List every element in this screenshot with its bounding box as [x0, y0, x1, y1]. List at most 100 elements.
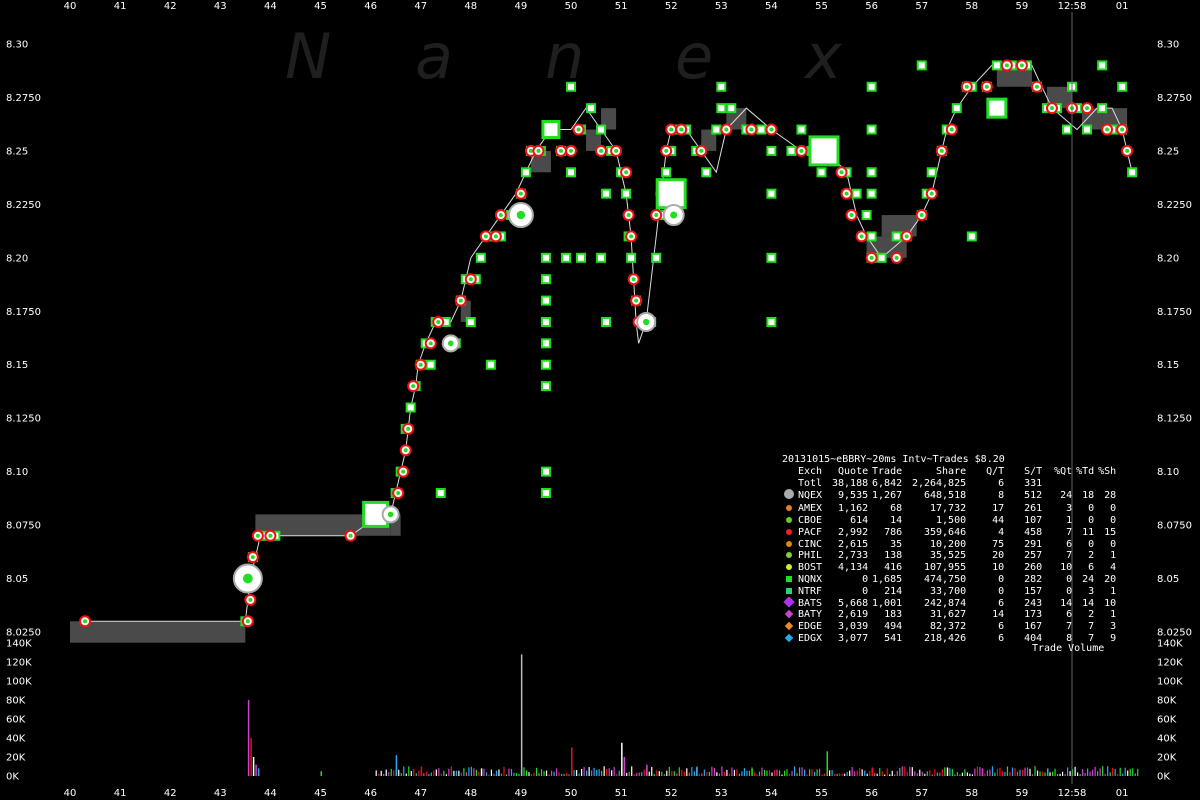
stats-cell-qt: 6 — [998, 632, 1005, 644]
volume-bar — [583, 766, 585, 776]
stats-row-bats: BATS 5,668 1,001 242,874 6 243 14 14 10 — [782, 595, 1116, 610]
trade-marker-core — [1120, 127, 1125, 132]
volume-bar — [721, 766, 723, 776]
quote-marker — [766, 252, 777, 263]
exchange-stats-table: 20131015~eBBRY~20ms Intv~Trades $8.20 Ex… — [782, 454, 1142, 645]
stats-cell-ps: 4 — [1110, 562, 1117, 574]
volume-bar — [986, 770, 989, 776]
volume-bar — [543, 771, 545, 776]
volume-bar — [871, 767, 874, 776]
quote-marker — [520, 167, 531, 178]
volume-bar — [773, 769, 776, 776]
volume-bar — [929, 770, 931, 776]
stats-cell-q: 3,039 — [838, 621, 869, 633]
exchange-marker — [782, 621, 796, 633]
volume-bar — [500, 773, 503, 776]
volume-bar — [247, 700, 250, 776]
stats-row-bost: BOST 4,134 416 107,955 10 260 10 6 4 — [782, 562, 1116, 574]
quote-marker — [876, 252, 887, 263]
y-tick-label: 8.1750 — [1157, 307, 1192, 318]
volume-bar — [490, 769, 493, 776]
stats-cell-st: 243 — [1024, 597, 1043, 609]
stats-cell-s: 82,372 — [930, 621, 967, 633]
volume-bar — [793, 766, 796, 776]
quote-marker — [756, 124, 767, 135]
x-tick-label: 54 — [765, 788, 778, 799]
quote-marker — [866, 81, 877, 92]
stats-cell-exch: NTRF — [798, 585, 823, 597]
watermark-letter: a — [415, 20, 453, 93]
volume-bar — [708, 771, 710, 776]
volume-bar — [548, 774, 550, 776]
quote-marker — [566, 167, 576, 178]
stats-cell-q: 38,188 — [832, 477, 869, 489]
volume-bar — [535, 767, 538, 776]
volume-bar — [1011, 767, 1014, 776]
nanex-watermark: Na n e x — [285, 20, 843, 93]
stats-cell-pt: 2 — [1088, 550, 1095, 562]
x-tick-label: 43 — [214, 1, 227, 12]
volume-bar — [753, 772, 756, 776]
exchange-marker — [782, 633, 796, 645]
volume-bar — [608, 768, 610, 776]
volume-bar — [914, 771, 916, 776]
stats-cell-s: 359,646 — [923, 526, 967, 538]
volume-bar — [1089, 771, 1091, 776]
x-tick-label: 41 — [114, 788, 127, 799]
volume-bar — [1041, 771, 1044, 776]
quote-marker — [566, 81, 576, 92]
quote-marker — [851, 188, 862, 199]
stats-row-amex: AMEX 1,162 68 17,732 17 261 3 0 0 — [782, 503, 1116, 515]
stats-row-cinc: CINC 2,615 35 10,200 75 291 6 0 0 — [782, 539, 1116, 551]
large-trade-core — [242, 573, 253, 584]
stats-cell-qt: 14 — [992, 609, 1005, 621]
volume-bar — [653, 773, 655, 776]
volume-bar — [390, 768, 392, 776]
volume-bar — [485, 772, 488, 776]
x-tick-label: 52 — [665, 1, 678, 12]
volume-bar — [581, 768, 583, 776]
volume-bar — [555, 768, 558, 776]
quote-marker — [701, 167, 712, 178]
stats-cell-pq: 6 — [1066, 609, 1073, 621]
quote-marker — [540, 466, 551, 477]
volume-bar — [756, 774, 758, 776]
volume-bar — [909, 766, 911, 776]
y-tick-label: 8.0250 — [6, 628, 41, 639]
stats-cell-pt: 7 — [1088, 632, 1095, 644]
stats-row-phil: PHIL 2,733 138 35,525 20 257 7 2 1 — [782, 550, 1116, 562]
x-tick-label: 48 — [464, 788, 477, 799]
stats-cell-q: 9,535 — [838, 490, 869, 502]
stats-cell-exch: CINC — [798, 538, 823, 550]
quote-marker — [916, 60, 927, 71]
x-tick-label: 56 — [865, 788, 878, 799]
volume-bar — [736, 769, 738, 776]
volume-bar — [320, 771, 322, 776]
volume-bar — [1004, 771, 1006, 776]
volume-bar — [741, 771, 743, 776]
stats-cell-t: 786 — [884, 526, 903, 538]
volume-bar — [1104, 773, 1106, 776]
volume-bar — [761, 767, 763, 776]
y-tick-label: 8.0750 — [1157, 521, 1192, 532]
volume-bar — [443, 770, 445, 776]
volume-bar — [1079, 774, 1081, 776]
volume-bar — [811, 769, 813, 776]
volume-bar — [586, 770, 588, 776]
x-tick-label: 12:58 — [1058, 788, 1087, 799]
x-tick-label: 42 — [164, 788, 177, 799]
exchange-marker — [782, 550, 796, 562]
stats-cell-exch: BATY — [798, 609, 823, 621]
volume-bar — [453, 770, 455, 776]
volume-bar — [934, 769, 936, 776]
quote-marker — [465, 316, 476, 327]
volume-bar — [656, 770, 658, 776]
volume-bar — [433, 770, 435, 776]
quote-marker — [540, 274, 551, 285]
volume-bar — [676, 773, 678, 776]
volume-bar — [255, 764, 257, 776]
x-axis-bottom: 40 41 42 43 44 45 46 47 48 49 50 51 52 53 54 55 56 57 58 59… — [64, 788, 1129, 799]
volume-bar — [849, 770, 851, 776]
stats-cell-q: 2,992 — [838, 526, 869, 538]
volume-bar — [703, 769, 705, 776]
